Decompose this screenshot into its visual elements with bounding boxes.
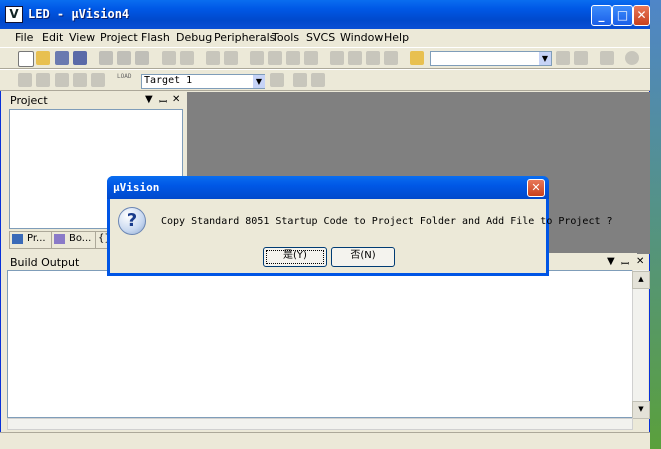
scroll-up-icon[interactable]: ▲ [632, 271, 650, 289]
menu-file[interactable]: File [15, 31, 33, 44]
rebuild-icon[interactable] [55, 73, 69, 87]
window-title: LED - µVision4 [28, 7, 130, 21]
pin-icon[interactable]: ꟷ [621, 256, 629, 270]
menu-peripherals[interactable]: Peripherals [214, 31, 275, 44]
clear-bookmarks-icon[interactable] [304, 51, 318, 65]
minimize-button[interactable]: _ [591, 5, 612, 26]
back-icon[interactable] [206, 51, 220, 65]
comment-icon[interactable] [366, 51, 380, 65]
stop-build-icon[interactable] [91, 73, 105, 87]
dialog-message: Copy Standard 8051 Startup Code to Proje… [161, 216, 613, 227]
incremental-find-icon[interactable] [574, 51, 588, 65]
menu-flash[interactable]: Flash [141, 31, 170, 44]
save-all-icon[interactable] [73, 51, 87, 65]
status-bar [0, 432, 650, 449]
toolbar-build: LOAD [0, 69, 650, 91]
copy-icon[interactable] [117, 51, 131, 65]
dialog-title: µVision [113, 181, 160, 194]
toolbar-file [0, 47, 650, 69]
next-bookmark-icon[interactable] [286, 51, 300, 65]
new-file-icon[interactable] [18, 51, 34, 67]
maximize-button[interactable]: □ [612, 5, 633, 26]
close-pane-icon[interactable]: ✕ [172, 94, 180, 105]
translate-icon[interactable] [18, 73, 32, 87]
menu-edit[interactable]: Edit [42, 31, 63, 44]
paste-icon[interactable] [135, 51, 149, 65]
batch-build-icon[interactable] [73, 73, 87, 87]
find-icon[interactable] [556, 51, 570, 65]
close-window-button[interactable]: ✕ [633, 5, 650, 26]
build-output-title: Build Output [10, 256, 80, 269]
chevron-down-icon[interactable]: ▼ [253, 75, 265, 88]
scroll-down-icon[interactable]: ▼ [632, 401, 650, 419]
build-output-text[interactable] [7, 270, 633, 418]
dialog-close-button[interactable]: ✕ [527, 179, 545, 197]
find-combo[interactable] [430, 51, 552, 66]
build-icon[interactable] [36, 73, 50, 87]
desktop-background [650, 0, 661, 449]
target-options-icon[interactable] [270, 73, 284, 87]
bookmark-icon[interactable] [250, 51, 264, 65]
target-select-value: Target 1 [144, 75, 193, 86]
debug-session-icon[interactable] [625, 51, 639, 65]
books-icon [54, 234, 65, 244]
uncomment-icon[interactable] [384, 51, 398, 65]
menu-project[interactable]: Project [100, 31, 138, 44]
pane-menu-icon[interactable]: ▼ [607, 256, 615, 267]
manage-components-icon[interactable] [293, 73, 307, 87]
menu-tools[interactable]: Tools [272, 31, 299, 44]
menu-debug[interactable]: Debug [176, 31, 212, 44]
horizontal-scrollbar[interactable] [7, 418, 633, 430]
app-logo-icon: V [5, 6, 23, 23]
project-icon [12, 234, 23, 244]
no-button[interactable]: 否(N) [331, 247, 395, 267]
find-in-files-icon[interactable] [410, 51, 424, 65]
indent-icon[interactable] [330, 51, 344, 65]
load-icon[interactable]: LOAD [117, 73, 135, 87]
prev-bookmark-icon[interactable] [268, 51, 282, 65]
pane-menu-icon[interactable]: ▼ [145, 94, 153, 105]
redo-icon[interactable] [180, 51, 194, 65]
open-folder-icon[interactable] [36, 51, 50, 65]
menu-view[interactable]: View [69, 31, 95, 44]
vertical-scrollbar[interactable] [632, 270, 648, 418]
save-icon[interactable] [55, 51, 69, 65]
forward-icon[interactable] [224, 51, 238, 65]
menu-help[interactable]: Help [384, 31, 409, 44]
unindent-icon[interactable] [348, 51, 362, 65]
dialog-title-bar[interactable] [107, 176, 549, 199]
cut-icon[interactable] [99, 51, 113, 65]
menu-svcs[interactable]: SVCS [306, 31, 335, 44]
undo-icon[interactable] [162, 51, 176, 65]
close-pane-icon[interactable]: ✕ [636, 256, 644, 267]
question-icon: ? [118, 207, 146, 235]
magnifier-icon[interactable] [600, 51, 614, 65]
chevron-down-icon[interactable]: ▼ [539, 52, 551, 65]
menu-window[interactable]: Window [340, 31, 383, 44]
project-pane-title: Project [10, 94, 48, 107]
select-packs-icon[interactable] [311, 73, 325, 87]
menu-bar: File Edit View Project Flash Debug Perip… [0, 29, 650, 47]
yes-button[interactable]: 是(Y) [263, 247, 327, 267]
pin-icon[interactable]: ꟷ [159, 94, 167, 108]
